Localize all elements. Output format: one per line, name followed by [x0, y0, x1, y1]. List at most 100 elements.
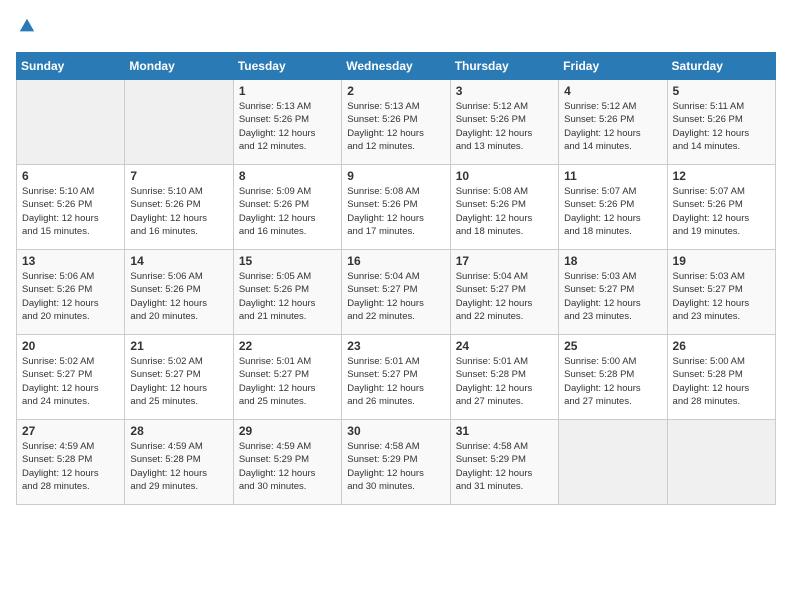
- day-info: Sunrise: 5:01 AMSunset: 5:28 PMDaylight:…: [456, 355, 553, 408]
- calendar-cell: 10 Sunrise: 5:08 AMSunset: 5:26 PMDayligh…: [450, 165, 558, 250]
- calendar-cell: 13 Sunrise: 5:06 AMSunset: 5:26 PMDayligh…: [17, 250, 125, 335]
- calendar-cell: 18Sunrise: 5:03 AMSunset: 5:27 PMDayligh…: [559, 250, 667, 335]
- calendar-cell: 8 Sunrise: 5:09 AMSunset: 5:26 PMDaylight…: [233, 165, 341, 250]
- day-info: Sunrise: 5:00 AMSunset: 5:28 PMDaylight:…: [673, 355, 770, 408]
- calendar-cell: 20 Sunrise: 5:02 AMSunset: 5:27 PMDayligh…: [17, 335, 125, 420]
- calendar-cell: 19 Sunrise: 5:03 AMSunset: 5:27 PMDayligh…: [667, 250, 775, 335]
- day-info: Sunrise: 5:10 AMSunset: 5:26 PMDaylight:…: [130, 185, 227, 238]
- day-info: Sunrise: 4:59 AMSunset: 5:29 PMDaylight:…: [239, 440, 336, 493]
- day-number: 17: [456, 254, 553, 268]
- calendar-cell: 31 Sunrise: 4:58 AMSunset: 5:29 PMDayligh…: [450, 420, 558, 505]
- calendar-cell: 9 Sunrise: 5:08 AMSunset: 5:26 PMDaylight…: [342, 165, 450, 250]
- day-info: Sunrise: 5:07 AMSunset: 5:26 PMDaylight:…: [673, 185, 770, 238]
- calendar-cell: 30Sunrise: 4:58 AMSunset: 5:29 PMDayligh…: [342, 420, 450, 505]
- col-header-friday: Friday: [559, 53, 667, 80]
- day-info: Sunrise: 5:12 AMSunset: 5:26 PMDaylight:…: [564, 100, 661, 153]
- calendar-cell: [125, 80, 233, 165]
- day-info: Sunrise: 4:59 AMSunset: 5:28 PMDaylight:…: [22, 440, 119, 493]
- day-number: 23: [347, 339, 444, 353]
- day-number: 6: [22, 169, 119, 183]
- col-header-saturday: Saturday: [667, 53, 775, 80]
- calendar-cell: 29 Sunrise: 4:59 AMSunset: 5:29 PMDayligh…: [233, 420, 341, 505]
- calendar-cell: 7 Sunrise: 5:10 AMSunset: 5:26 PMDaylight…: [125, 165, 233, 250]
- col-header-wednesday: Wednesday: [342, 53, 450, 80]
- day-number: 11: [564, 169, 661, 183]
- calendar-cell: 26 Sunrise: 5:00 AMSunset: 5:28 PMDayligh…: [667, 335, 775, 420]
- day-number: 12: [673, 169, 770, 183]
- calendar-cell: [667, 420, 775, 505]
- day-number: 29: [239, 424, 336, 438]
- day-number: 13: [22, 254, 119, 268]
- day-number: 7: [130, 169, 227, 183]
- calendar-cell: 14Sunrise: 5:06 AMSunset: 5:26 PMDayligh…: [125, 250, 233, 335]
- calendar-cell: [559, 420, 667, 505]
- day-number: 10: [456, 169, 553, 183]
- day-info: Sunrise: 5:11 AMSunset: 5:26 PMDaylight:…: [673, 100, 770, 153]
- day-info: Sunrise: 5:02 AMSunset: 5:27 PMDaylight:…: [130, 355, 227, 408]
- day-number: 19: [673, 254, 770, 268]
- calendar-cell: 5 Sunrise: 5:11 AMSunset: 5:26 PMDaylight…: [667, 80, 775, 165]
- day-number: 3: [456, 84, 553, 98]
- calendar-cell: 1 Sunrise: 5:13 AMSunset: 5:26 PMDaylight…: [233, 80, 341, 165]
- calendar-cell: 3 Sunrise: 5:12 AMSunset: 5:26 PMDaylight…: [450, 80, 558, 165]
- day-number: 4: [564, 84, 661, 98]
- day-number: 20: [22, 339, 119, 353]
- col-header-monday: Monday: [125, 53, 233, 80]
- calendar-week-row: 20 Sunrise: 5:02 AMSunset: 5:27 PMDayligh…: [17, 335, 776, 420]
- day-info: Sunrise: 5:08 AMSunset: 5:26 PMDaylight:…: [456, 185, 553, 238]
- day-number: 22: [239, 339, 336, 353]
- calendar-cell: 16 Sunrise: 5:04 AMSunset: 5:27 PMDayligh…: [342, 250, 450, 335]
- logo-icon: [18, 17, 36, 35]
- col-header-tuesday: Tuesday: [233, 53, 341, 80]
- day-info: Sunrise: 4:59 AMSunset: 5:28 PMDaylight:…: [130, 440, 227, 493]
- calendar-cell: 15Sunrise: 5:05 AMSunset: 5:26 PMDayligh…: [233, 250, 341, 335]
- day-number: 24: [456, 339, 553, 353]
- day-number: 16: [347, 254, 444, 268]
- day-number: 21: [130, 339, 227, 353]
- logo: [16, 16, 36, 40]
- day-number: 1: [239, 84, 336, 98]
- calendar-week-row: 6 Sunrise: 5:10 AMSunset: 5:26 PMDaylight…: [17, 165, 776, 250]
- calendar-cell: 25 Sunrise: 5:00 AMSunset: 5:28 PMDayligh…: [559, 335, 667, 420]
- day-number: 25: [564, 339, 661, 353]
- day-number: 30: [347, 424, 444, 438]
- calendar-cell: 6Sunrise: 5:10 AMSunset: 5:26 PMDaylight…: [17, 165, 125, 250]
- day-number: 26: [673, 339, 770, 353]
- calendar-week-row: 1 Sunrise: 5:13 AMSunset: 5:26 PMDaylight…: [17, 80, 776, 165]
- day-info: Sunrise: 5:01 AMSunset: 5:27 PMDaylight:…: [347, 355, 444, 408]
- calendar-cell: 28 Sunrise: 4:59 AMSunset: 5:28 PMDayligh…: [125, 420, 233, 505]
- calendar-cell: 22 Sunrise: 5:01 AMSunset: 5:27 PMDayligh…: [233, 335, 341, 420]
- day-number: 9: [347, 169, 444, 183]
- day-info: Sunrise: 5:05 AMSunset: 5:26 PMDaylight:…: [239, 270, 336, 323]
- col-header-sunday: Sunday: [17, 53, 125, 80]
- day-info: Sunrise: 5:06 AMSunset: 5:26 PMDaylight:…: [130, 270, 227, 323]
- day-info: Sunrise: 5:02 AMSunset: 5:27 PMDaylight:…: [22, 355, 119, 408]
- day-number: 2: [347, 84, 444, 98]
- day-number: 27: [22, 424, 119, 438]
- day-info: Sunrise: 5:07 AMSunset: 5:26 PMDaylight:…: [564, 185, 661, 238]
- day-number: 28: [130, 424, 227, 438]
- day-number: 31: [456, 424, 553, 438]
- day-info: Sunrise: 5:13 AMSunset: 5:26 PMDaylight:…: [347, 100, 444, 153]
- day-info: Sunrise: 5:09 AMSunset: 5:26 PMDaylight:…: [239, 185, 336, 238]
- calendar-cell: 2 Sunrise: 5:13 AMSunset: 5:26 PMDaylight…: [342, 80, 450, 165]
- day-info: Sunrise: 5:01 AMSunset: 5:27 PMDaylight:…: [239, 355, 336, 408]
- day-number: 8: [239, 169, 336, 183]
- day-info: Sunrise: 5:00 AMSunset: 5:28 PMDaylight:…: [564, 355, 661, 408]
- calendar-cell: 24 Sunrise: 5:01 AMSunset: 5:28 PMDayligh…: [450, 335, 558, 420]
- day-info: Sunrise: 5:12 AMSunset: 5:26 PMDaylight:…: [456, 100, 553, 153]
- day-info: Sunrise: 5:13 AMSunset: 5:26 PMDaylight:…: [239, 100, 336, 153]
- calendar-cell: 17Sunrise: 5:04 AMSunset: 5:27 PMDayligh…: [450, 250, 558, 335]
- calendar-week-row: 27 Sunrise: 4:59 AMSunset: 5:28 PMDayligh…: [17, 420, 776, 505]
- calendar-cell: 12 Sunrise: 5:07 AMSunset: 5:26 PMDayligh…: [667, 165, 775, 250]
- calendar-cell: 27 Sunrise: 4:59 AMSunset: 5:28 PMDayligh…: [17, 420, 125, 505]
- day-number: 5: [673, 84, 770, 98]
- day-info: Sunrise: 5:08 AMSunset: 5:26 PMDaylight:…: [347, 185, 444, 238]
- day-info: Sunrise: 4:58 AMSunset: 5:29 PMDaylight:…: [456, 440, 553, 493]
- day-info: Sunrise: 5:04 AMSunset: 5:27 PMDaylight:…: [347, 270, 444, 323]
- calendar-cell: 23 Sunrise: 5:01 AMSunset: 5:27 PMDayligh…: [342, 335, 450, 420]
- day-info: Sunrise: 5:06 AMSunset: 5:26 PMDaylight:…: [22, 270, 119, 323]
- page-header: [16, 16, 776, 40]
- day-info: Sunrise: 5:03 AMSunset: 5:27 PMDaylight:…: [673, 270, 770, 323]
- col-header-thursday: Thursday: [450, 53, 558, 80]
